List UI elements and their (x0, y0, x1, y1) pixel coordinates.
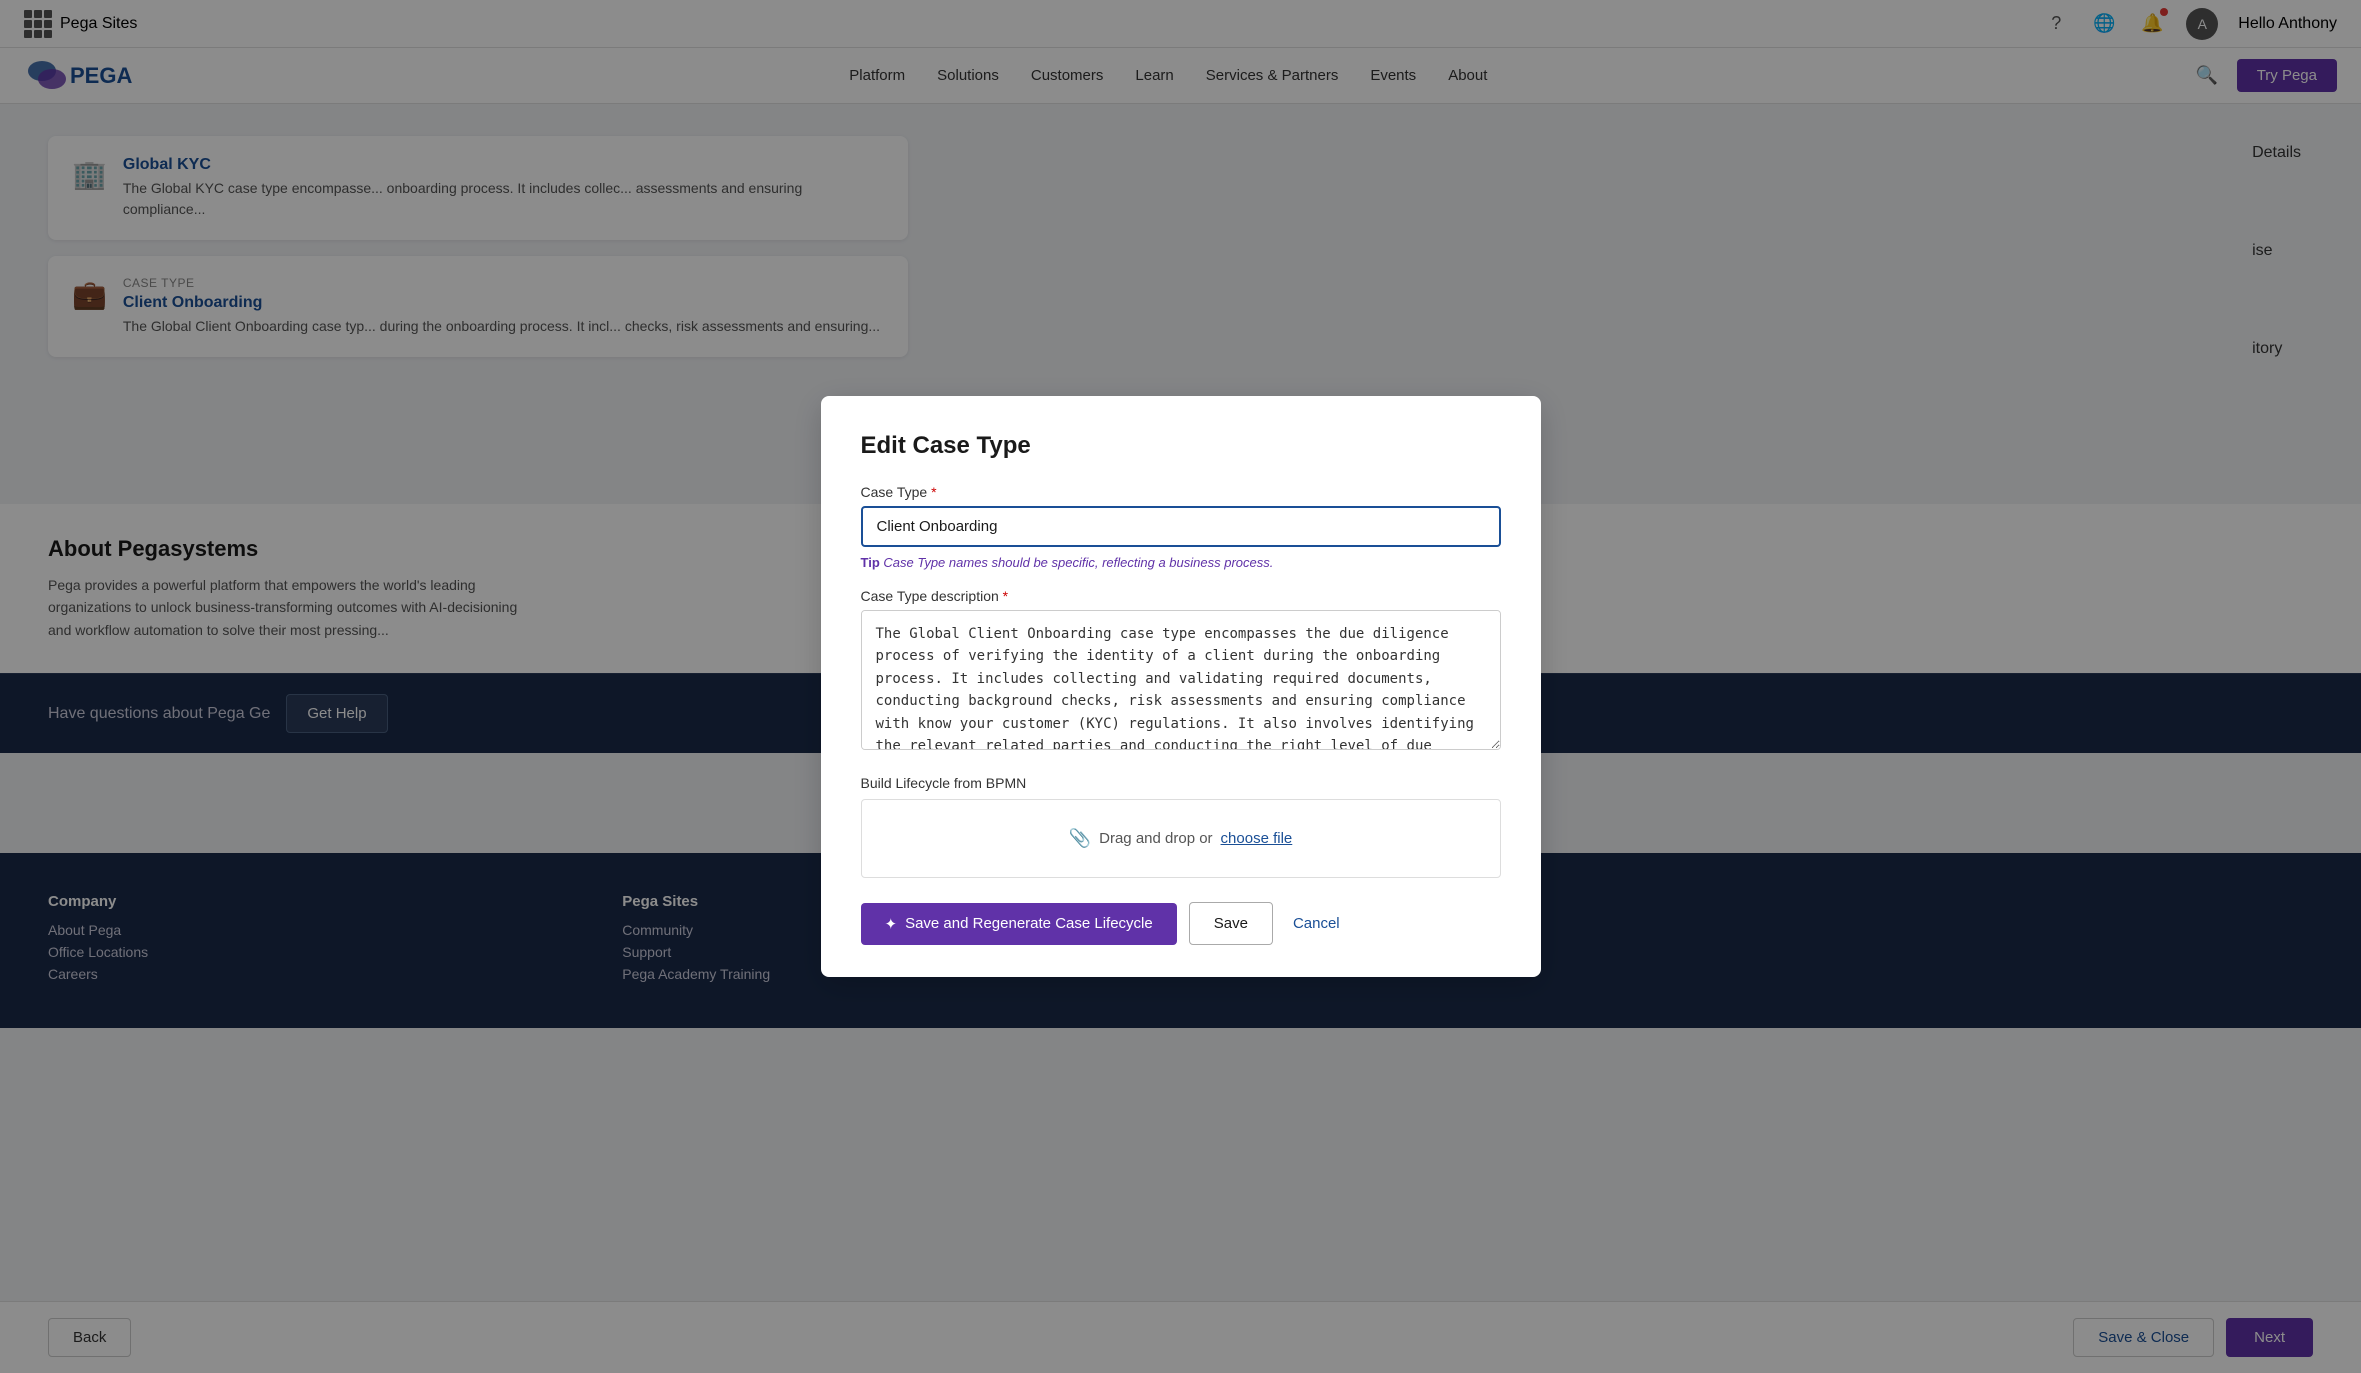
case-type-input[interactable] (861, 506, 1501, 547)
choose-file-link[interactable]: choose file (1221, 830, 1293, 847)
case-type-required-star: * (931, 484, 936, 500)
sparkle-icon: ✦ (885, 915, 898, 933)
edit-case-type-modal: Edit Case Type Case Type * Tip Case Type… (821, 396, 1541, 977)
tip-content: Case Type names should be specific, refl… (883, 555, 1273, 570)
tip-label: Tip (861, 555, 880, 570)
save-button[interactable]: Save (1189, 902, 1273, 945)
case-type-description-textarea[interactable] (861, 610, 1501, 750)
modal-overlay: Edit Case Type Case Type * Tip Case Type… (0, 0, 2361, 1373)
modal-footer: ✦ Save and Regenerate Case Lifecycle Sav… (861, 902, 1501, 945)
desc-label: Case Type description * (861, 588, 1501, 604)
paperclip-icon: 📎 (1069, 828, 1091, 849)
tip-text: Tip Case Type names should be specific, … (861, 555, 1501, 570)
save-regenerate-label: Save and Regenerate Case Lifecycle (905, 915, 1153, 932)
bpmn-label: Build Lifecycle from BPMN (861, 775, 1501, 791)
drop-zone[interactable]: 📎 Drag and drop or choose file (861, 799, 1501, 878)
save-regenerate-button[interactable]: ✦ Save and Regenerate Case Lifecycle (861, 903, 1177, 945)
case-type-label: Case Type * (861, 484, 1501, 500)
drop-zone-text: Drag and drop or (1099, 830, 1212, 847)
modal-title: Edit Case Type (861, 432, 1501, 460)
desc-required-star: * (1003, 588, 1008, 604)
cancel-button[interactable]: Cancel (1285, 903, 1348, 944)
